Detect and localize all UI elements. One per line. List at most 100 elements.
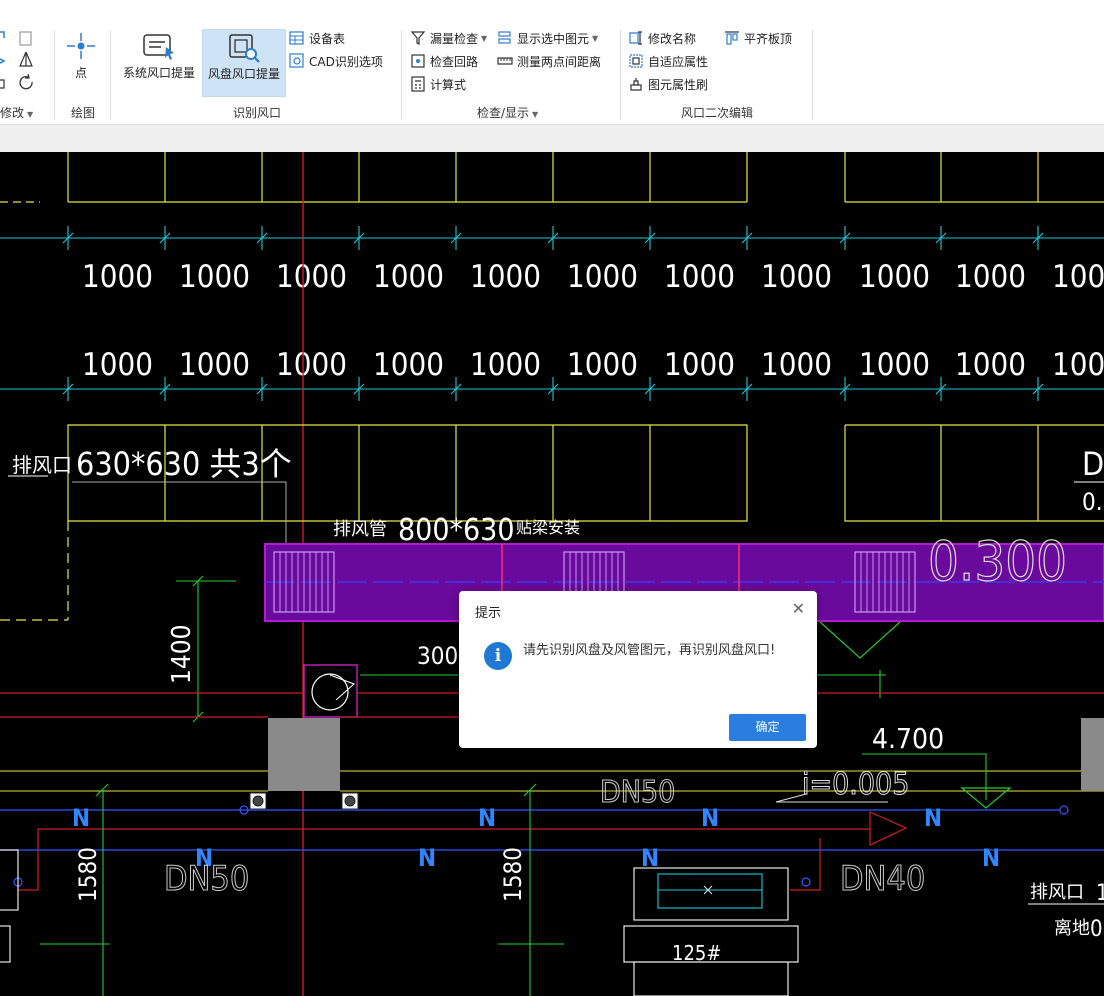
pipe-size-dn40: DN40 [840, 859, 925, 899]
fancoil-vent-icon [229, 34, 260, 63]
dimension-label: 1000 [664, 259, 735, 295]
ruler-icon [497, 57, 513, 65]
dimension-label: 1000 [179, 259, 250, 295]
equipment-table-button[interactable]: 设备表 [289, 28, 345, 48]
filter-icon [410, 31, 426, 45]
formula-label: 计算式 [430, 77, 467, 92]
dimension-label: 1000 [82, 259, 153, 295]
dimension-label: 1000 [761, 347, 832, 383]
right-exhaust-num: 1 [1096, 881, 1104, 906]
structural-column [268, 718, 340, 791]
table-icon [289, 31, 304, 45]
divider [401, 30, 402, 120]
identify-group-label: 识别风口 [233, 106, 282, 120]
prompt-dialog: 提示 ✕ i 请先识别风盘及风管图元，再识别风盘风口! 确定 [459, 591, 817, 748]
dimension-label: 1000 [373, 259, 444, 295]
info-icon: i [484, 642, 512, 670]
fancoil-vent-label: 风盘风口提量 [207, 67, 280, 81]
loop-icon [411, 54, 425, 68]
show-selected-button[interactable]: 显示选中图元 ▼ [497, 28, 598, 48]
divider [110, 30, 111, 120]
pipe-n-label: N [478, 804, 496, 832]
dimension-label: 1000 [859, 347, 930, 383]
dimension-label: 1000 [82, 347, 153, 383]
cad-options-icon [289, 53, 304, 68]
ribbon-toolbar: 修改 ▼ 点 绘图 系统风口提量 风盘风口提量 设备表 CAD识别选项 识别风口… [0, 0, 1104, 153]
adaptive-attr-label: 自适应属性 [648, 54, 709, 69]
divider [812, 30, 813, 120]
cad-options-label: CAD识别选项 [309, 54, 383, 69]
cad-drawing-canvas[interactable]: 1000 1000 1000 1000 1000 1000 1000 1000 1000 1000… [0, 152, 1104, 996]
system-vent-icon [143, 34, 174, 60]
dimension-label: 1000 [664, 347, 735, 383]
dimension-label: 1000 [859, 259, 930, 295]
point-button[interactable]: 点 [60, 29, 102, 95]
system-vent-quantity-button[interactable]: 系统风口提量 [120, 29, 198, 95]
check-label: 检查/显示 [477, 106, 530, 120]
structural-column [1081, 718, 1104, 791]
close-icon[interactable]: ✕ [792, 599, 805, 618]
dimension-label: 1000 [955, 347, 1026, 383]
chevron-down-icon: ▼ [481, 33, 488, 43]
right-height-label: 离地 [1054, 918, 1090, 939]
brush-icon [630, 78, 642, 91]
leak-check-button[interactable]: 漏量检查 ▼ [410, 28, 487, 48]
modify-tools-icons[interactable] [0, 30, 42, 100]
leak-check-label: 漏量检查 [430, 31, 479, 46]
dimension-label: 1000 [1052, 347, 1104, 383]
dimension-1580-label-a: 1580 [74, 847, 102, 902]
dimension-label: 1000 [470, 347, 541, 383]
chevron-down-icon: ▼ [532, 110, 539, 119]
show-selected-label: 显示选中图元 [517, 31, 590, 46]
align-top-icon [725, 31, 739, 45]
adaptive-attr-button[interactable]: 自适应属性 [628, 51, 708, 71]
dimension-label: 1000 [567, 347, 638, 383]
cad-options-button[interactable]: CAD识别选项 [289, 51, 383, 71]
modify-group-label[interactable]: 修改 ▼ [0, 104, 33, 121]
equipment-table-label: 设备表 [309, 31, 346, 46]
right-exhaust-label: 排风口 [1030, 882, 1084, 903]
attr-brush-label: 图元属性刷 [648, 77, 709, 92]
dimension-label: 1000 [276, 347, 347, 383]
align-top-button[interactable]: 平齐板顶 [724, 28, 792, 48]
ribbon-bottom-bar [0, 124, 1104, 153]
point-icon [67, 33, 95, 59]
check-loop-button[interactable]: 检查回路 [410, 51, 478, 71]
install-note-label: 贴梁安装 [516, 518, 580, 537]
dimension-1400-label: 1400 [167, 624, 197, 684]
exhaust-duct-label: 排风管 [333, 519, 387, 540]
right-edge-label-02: 0.2 [1082, 488, 1104, 516]
rename-button[interactable]: 修改名称 [628, 28, 696, 48]
point-label: 点 [74, 66, 87, 80]
vent-size-label: 630*630 共3个 [76, 445, 292, 483]
dialog-message: 请先识别风盘及风管图元，再识别风盘风口! [523, 643, 776, 658]
divider [620, 30, 621, 120]
dimension-label: 1000 [276, 259, 347, 295]
formula-button[interactable]: 计算式 [410, 74, 466, 94]
system-vent-label: 系统风口提量 [122, 66, 195, 80]
pipe-n-label: N [418, 844, 436, 872]
rename-icon [629, 31, 642, 45]
align-top-label: 平齐板顶 [744, 31, 793, 46]
fancoil-vent-quantity-button[interactable]: 风盘风口提量 [202, 29, 286, 97]
edit-group-label: 风口二次编辑 [681, 106, 754, 120]
dimension-label: 1000 [179, 347, 250, 383]
ok-button[interactable]: 确定 [729, 714, 806, 741]
dimension-label: 1000 [1052, 259, 1104, 295]
elevation-label-4700: 4.700 [872, 722, 944, 755]
dimension-label: 1000 [567, 259, 638, 295]
pipe-size-dn50-b: DN50 [164, 859, 249, 899]
dimension-label: 1000 [373, 347, 444, 383]
pipe-n-label: N [701, 804, 719, 832]
exhaust-vent-label: 排风口 [12, 453, 72, 477]
attr-brush-button[interactable]: 图元属性刷 [628, 74, 708, 94]
check-group-label[interactable]: 检查/显示 ▼ [477, 104, 538, 121]
draw-group-label: 绘图 [71, 106, 96, 120]
duct-size-label: 800*630 [398, 513, 515, 548]
modify-label: 修改 [0, 106, 25, 120]
dimension-1580-label-b: 1580 [499, 847, 527, 902]
dimension-label: 1000 [470, 259, 541, 295]
pipe-size-dn50-a: DN50 [600, 775, 675, 810]
measure-distance-button[interactable]: 测量两点间距离 [497, 51, 601, 71]
right-height-num: 0 [1090, 917, 1103, 942]
